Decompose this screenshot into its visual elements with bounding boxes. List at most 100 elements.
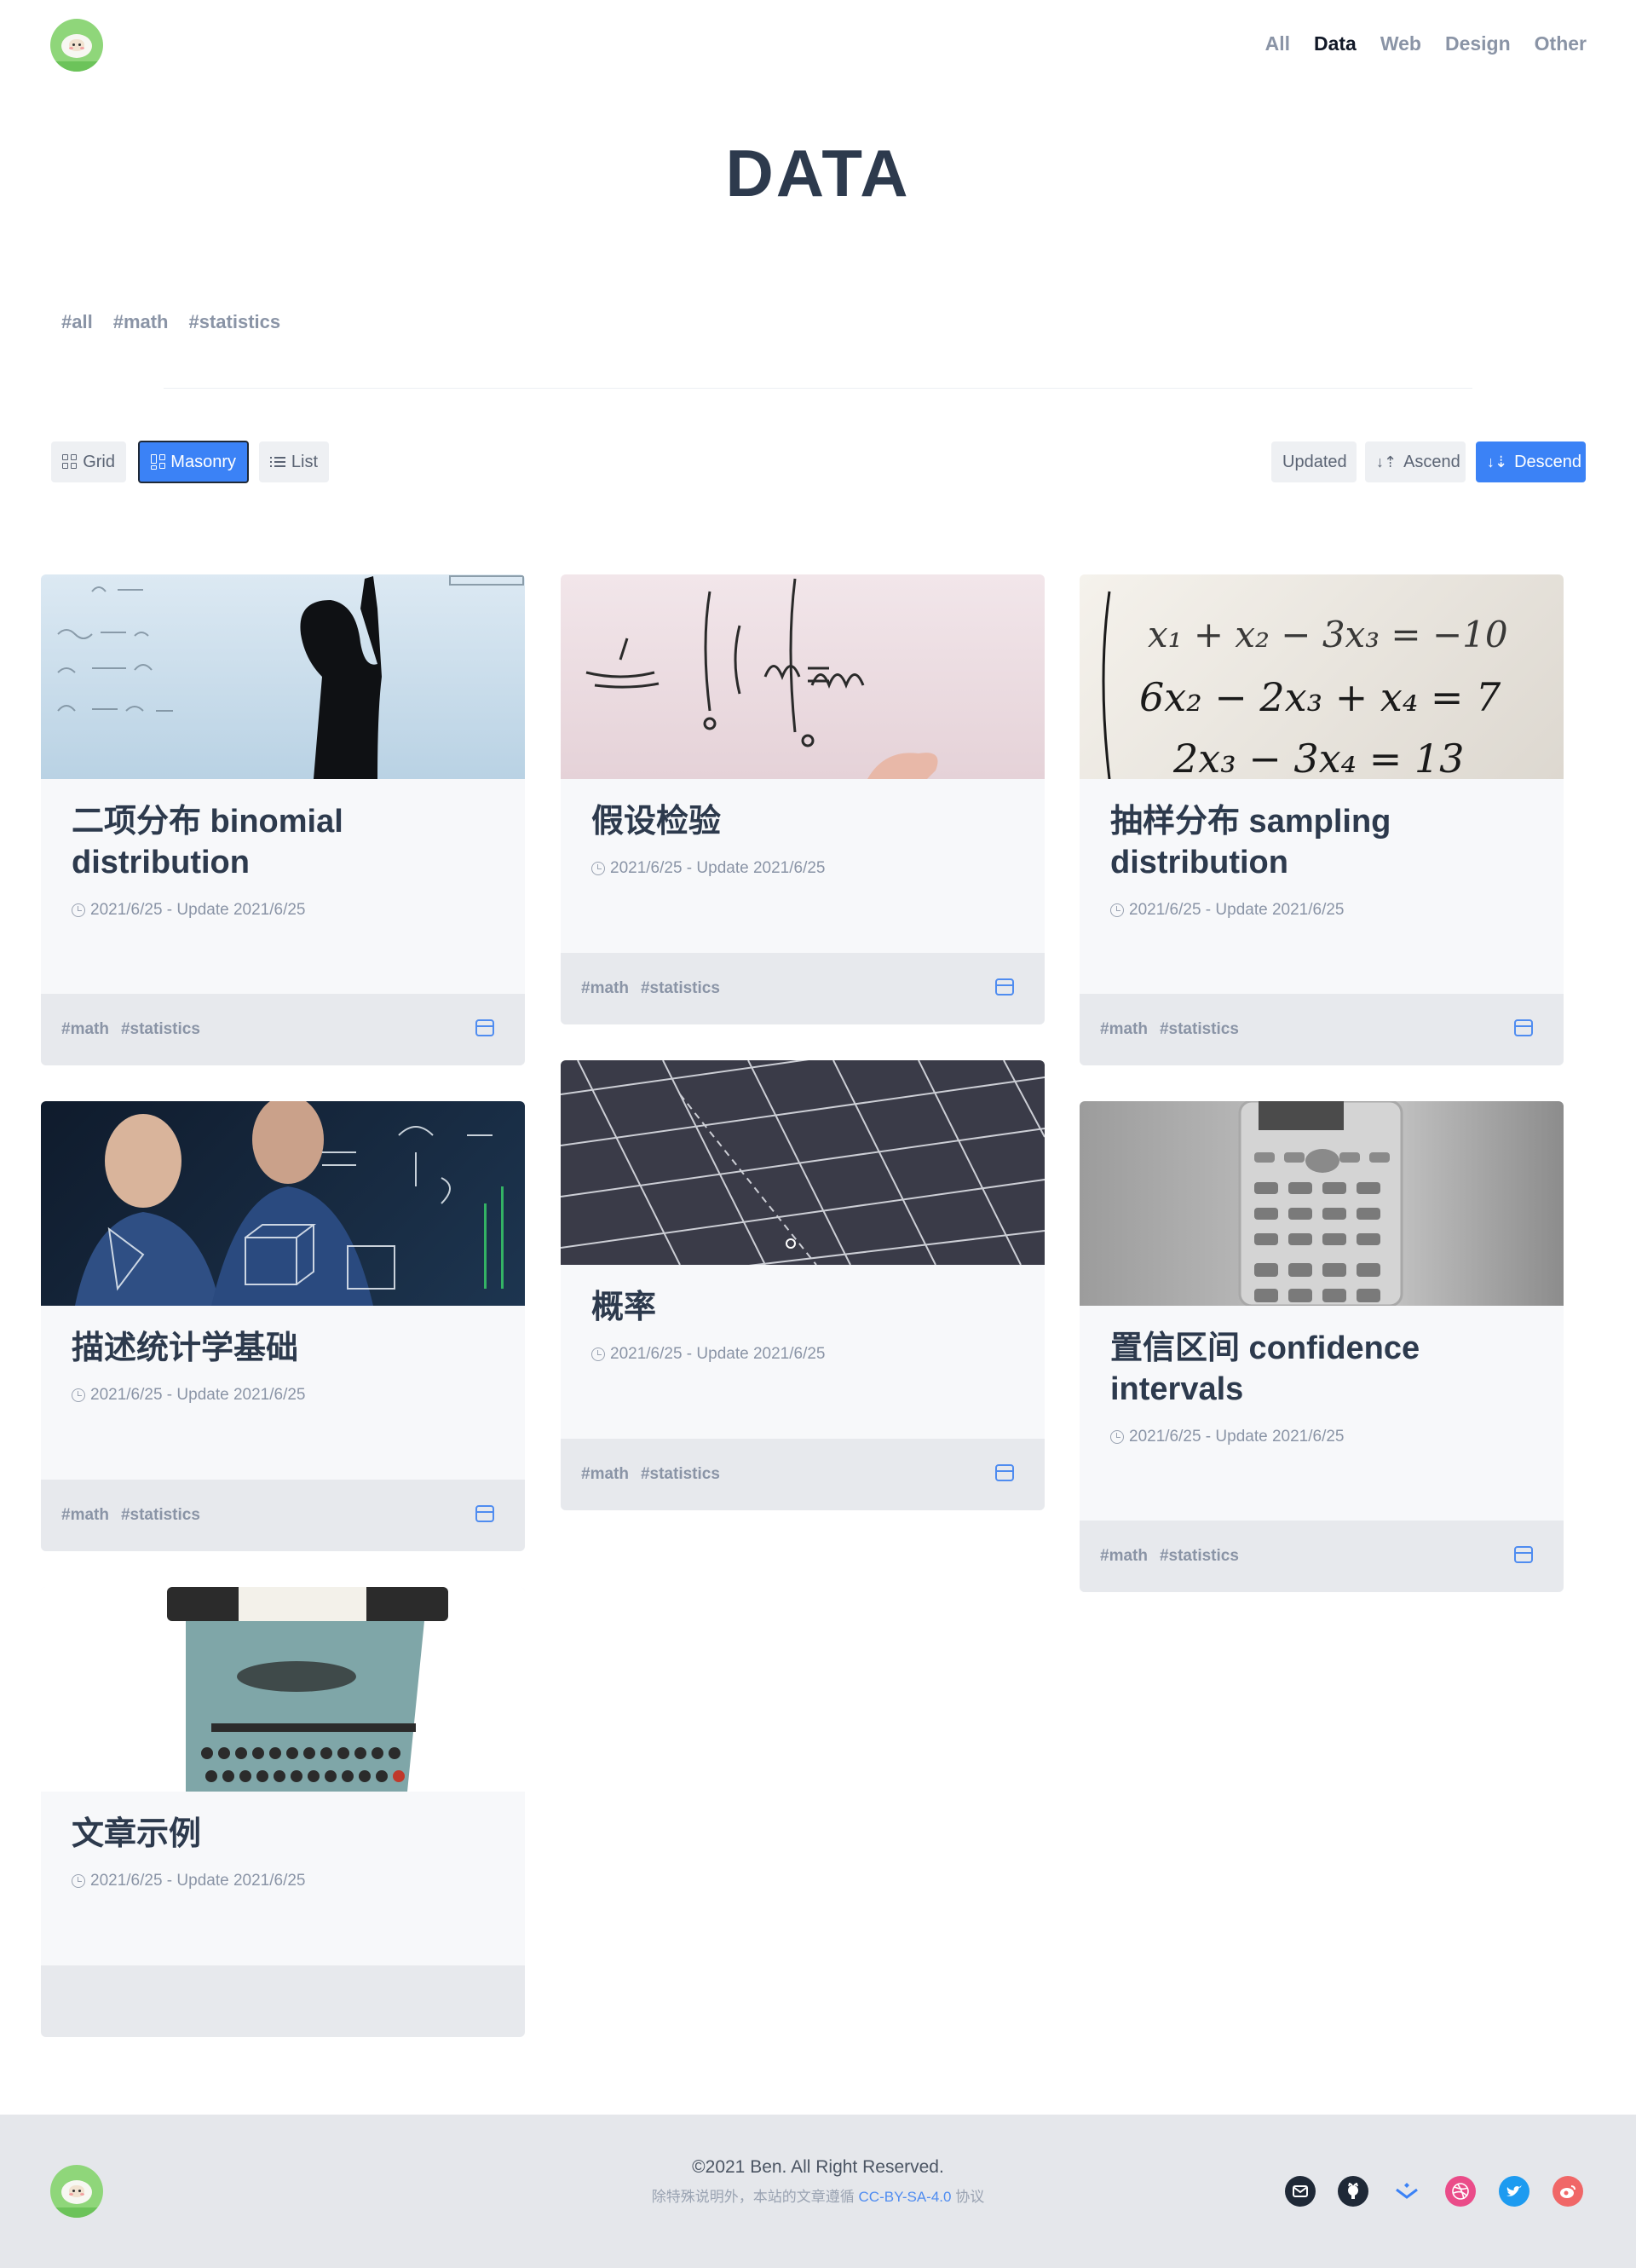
juejin-icon[interactable] xyxy=(1391,2176,1422,2207)
twitter-icon[interactable] xyxy=(1499,2176,1529,2207)
archive-icon[interactable] xyxy=(475,1019,494,1036)
clock-icon xyxy=(1110,1429,1124,1444)
card-meta: 2021/6/25 - Update 2021/6/25 xyxy=(591,1345,1014,1364)
card-tag[interactable]: #math xyxy=(581,979,629,998)
equations-paper-image: x₁ + x₂ − 3x₃ = −10 6x₂ − 2x₃ + x₄ = 7 2… xyxy=(1080,574,1564,779)
card-tag[interactable]: #statistics xyxy=(641,979,720,998)
card-meta: 2021/6/25 - Update 2021/6/25 xyxy=(1110,1428,1533,1446)
nav-design[interactable]: Design xyxy=(1445,32,1511,55)
card-title[interactable]: 描述统计学基础 xyxy=(72,1328,494,1369)
post-card[interactable]: 置信区间 confidence intervals 2021/6/25 - Up… xyxy=(1080,1101,1564,1592)
social-links xyxy=(1285,2176,1592,2207)
github-icon[interactable] xyxy=(1338,2176,1368,2207)
layout-grid-label: Grid xyxy=(83,452,115,471)
post-card[interactable]: 二项分布 binomial distribution 2021/6/25 - U… xyxy=(41,574,525,1065)
card-footer: #math #statistics xyxy=(561,953,1045,1024)
card-title[interactable]: 置信区间 confidence intervals xyxy=(1110,1328,1533,1411)
card-meta: 2021/6/25 - Update 2021/6/25 xyxy=(72,1386,494,1405)
site-footer: ©2021 Ben. All Right Reserved. 除特殊说明外，本站… xyxy=(0,2115,1636,2268)
archive-icon[interactable] xyxy=(995,1464,1014,1481)
sort-ascend-button[interactable]: ↓⇡ Ascend xyxy=(1365,441,1466,482)
license-link[interactable]: CC-BY-SA-4.0 xyxy=(859,2189,952,2205)
divider xyxy=(164,388,1472,389)
card-title[interactable]: 抽样分布 sampling distribution xyxy=(1110,801,1533,884)
card-tag[interactable]: #math xyxy=(61,1506,109,1525)
grass xyxy=(50,2207,103,2218)
archive-icon[interactable] xyxy=(1514,1019,1533,1036)
post-card[interactable]: 假设检验 2021/6/25 - Update 2021/6/25 #math … xyxy=(561,574,1045,1024)
clock-icon xyxy=(1110,903,1124,917)
typewriter-image xyxy=(41,1587,525,1792)
masonry-icon xyxy=(151,454,165,470)
post-card[interactable]: x₁ + x₂ − 3x₃ = −10 6x₂ − 2x₃ + x₄ = 7 2… xyxy=(1080,574,1564,1065)
card-date: 2021/6/25 - Update 2021/6/25 xyxy=(610,859,826,878)
sheep-cheek xyxy=(69,47,73,49)
nav-all[interactable]: All xyxy=(1265,32,1290,55)
sort-descend-button[interactable]: ↓⇣ Descend xyxy=(1476,441,1586,482)
scientists-glass-image xyxy=(41,1101,525,1306)
card-tag[interactable]: #math xyxy=(1100,1547,1148,1566)
card-tag[interactable]: #statistics xyxy=(1160,1547,1239,1566)
sort-updated-label: Updated xyxy=(1282,452,1347,471)
sheep-eye xyxy=(72,43,75,46)
card-date: 2021/6/25 - Update 2021/6/25 xyxy=(90,1872,306,1890)
post-card[interactable]: 描述统计学基础 2021/6/25 - Update 2021/6/25 #ma… xyxy=(41,1101,525,1551)
page-title: DATA xyxy=(725,136,911,211)
layout-list-button[interactable]: List xyxy=(259,441,329,482)
grass xyxy=(50,61,103,72)
svg-text:2x₃ − 3x₄ = 13: 2x₃ − 3x₄ = 13 xyxy=(1172,736,1464,779)
email-icon[interactable] xyxy=(1285,2176,1316,2207)
card-date: 2021/6/25 - Update 2021/6/25 xyxy=(90,1386,306,1405)
archive-icon[interactable] xyxy=(995,978,1014,995)
card-title[interactable]: 概率 xyxy=(591,1287,1014,1328)
nav-web[interactable]: Web xyxy=(1380,32,1421,55)
sort-updated-button[interactable]: Updated xyxy=(1271,441,1357,482)
svg-text:x₁ + x₂ − 3x₃ = −10: x₁ + x₂ − 3x₃ = −10 xyxy=(1148,614,1508,655)
card-title[interactable]: 二项分布 binomial distribution xyxy=(72,801,494,884)
site-logo[interactable] xyxy=(50,19,103,72)
layout-masonry-button[interactable]: Masonry xyxy=(138,441,249,483)
clock-icon xyxy=(72,1874,85,1889)
card-tag[interactable]: #math xyxy=(61,1020,109,1039)
tag-all[interactable]: #all xyxy=(61,311,93,333)
calculator-image xyxy=(1080,1101,1564,1306)
card-footer: #math #statistics xyxy=(41,994,525,1065)
post-card[interactable]: 概率 2021/6/25 - Update 2021/6/25 #math #s… xyxy=(561,1060,1045,1510)
clock-icon xyxy=(591,1348,605,1362)
sort-ascend-icon: ↓⇡ xyxy=(1376,453,1397,470)
tag-filter: #all #math #statistics xyxy=(61,311,280,333)
card-meta: 2021/6/25 - Update 2021/6/25 xyxy=(72,901,494,920)
dribbble-icon[interactable] xyxy=(1445,2176,1476,2207)
cutting-mat-image xyxy=(561,1060,1045,1265)
card-tag[interactable]: #math xyxy=(581,1465,629,1484)
layout-grid-button[interactable]: Grid xyxy=(51,441,126,482)
card-tag[interactable]: #math xyxy=(1100,1020,1148,1039)
nav-other[interactable]: Other xyxy=(1535,32,1587,55)
sort-descend-label: Descend xyxy=(1514,452,1582,471)
woman-whiteboard-image xyxy=(41,574,525,779)
card-tag[interactable]: #statistics xyxy=(121,1020,200,1039)
clock-icon xyxy=(72,903,85,917)
card-tag[interactable]: #statistics xyxy=(1160,1020,1239,1039)
grid-icon xyxy=(62,454,77,470)
card-footer: #math #statistics xyxy=(1080,1521,1564,1592)
svg-text:6x₂ − 2x₃ + x₄ = 7: 6x₂ − 2x₃ + x₄ = 7 xyxy=(1139,674,1501,720)
weibo-icon[interactable] xyxy=(1552,2176,1583,2207)
nav-data[interactable]: Data xyxy=(1314,32,1357,55)
archive-icon[interactable] xyxy=(475,1505,494,1522)
sort-descend-icon: ↓⇣ xyxy=(1487,453,1508,470)
card-tag[interactable]: #statistics xyxy=(121,1506,200,1525)
archive-icon[interactable] xyxy=(1514,1546,1533,1563)
card-title[interactable]: 假设检验 xyxy=(591,801,1014,842)
license-suffix: 协议 xyxy=(951,2189,985,2205)
card-footer: #math #statistics xyxy=(1080,994,1564,1065)
card-tag[interactable]: #statistics xyxy=(641,1465,720,1484)
tag-statistics[interactable]: #statistics xyxy=(189,311,281,333)
card-meta: 2021/6/25 - Update 2021/6/25 xyxy=(72,1872,494,1890)
sheep-eye xyxy=(78,43,81,46)
clock-icon xyxy=(72,1388,85,1403)
tag-math[interactable]: #math xyxy=(113,311,169,333)
post-card[interactable]: 文章示例 2021/6/25 - Update 2021/6/25 xyxy=(41,1587,525,2037)
card-date: 2021/6/25 - Update 2021/6/25 xyxy=(1129,900,1345,919)
card-title[interactable]: 文章示例 xyxy=(72,1814,494,1855)
